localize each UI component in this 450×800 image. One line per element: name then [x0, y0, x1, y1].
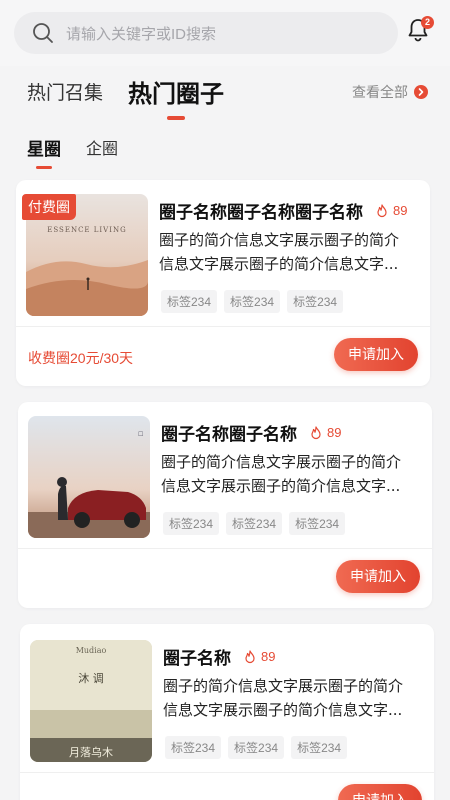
flame-icon: [377, 203, 387, 217]
heat-indicator: 89: [243, 649, 275, 664]
cover-image-text: ESSENCE LIVING: [47, 226, 127, 234]
description-line: 信息文字展示圈子的简介信息文字...: [159, 255, 399, 273]
divider: [18, 548, 432, 549]
description-line: 圈子的简介信息文字展示圈子的简介: [161, 453, 402, 471]
tag: 标签234: [165, 736, 222, 759]
chevron-right-icon: [414, 85, 428, 99]
heat-value: 89: [393, 203, 408, 218]
circle-cover-image: ☐: [28, 416, 150, 538]
tab-hot-recruit[interactable]: 热门召集: [27, 78, 103, 105]
circle-card[interactable]: Mudiao 沐 调 月落乌木 圈子名称 89 圈子的简介信息文字展示圈子的简介…: [20, 624, 434, 800]
tag-list: 标签234 标签234 标签234: [165, 736, 354, 759]
apply-join-button[interactable]: 申请加入: [334, 338, 418, 371]
cover-image-text: Mudiao: [75, 646, 107, 655]
apply-join-button[interactable]: 申请加入: [336, 560, 420, 593]
search-icon: [32, 22, 54, 44]
main-tabs: 热门召集 热门圈子 查看全部: [0, 72, 450, 120]
description-line: 信息文字展示圈子的简介信息文字...: [163, 701, 403, 719]
view-all-label: 查看全部: [352, 84, 408, 100]
heat-indicator: 89: [375, 203, 407, 218]
circle-description: 圈子的简介信息文字展示圈子的简介 信息文字展示圈子的简介信息文字...: [163, 674, 425, 722]
tab-label: 星圈: [27, 140, 61, 160]
tab-label: 企圈: [86, 139, 119, 158]
tab-label: 热门召集: [27, 82, 104, 104]
heat-value: 89: [261, 649, 276, 664]
flame-icon: [245, 649, 255, 663]
tag: 标签234: [161, 290, 218, 313]
tag-list: 标签234 标签234 标签234: [163, 512, 352, 535]
tab-star-circle[interactable]: 星圈: [27, 135, 61, 169]
circle-description: 圈子的简介信息文字展示圈子的简介 信息文字展示圈子的简介信息文字...: [159, 228, 421, 276]
circle-title: 圈子名称: [163, 649, 231, 669]
circle-card[interactable]: ☐ 圈子名称圈子名称 89 圈子的简介信息文字展示圈子的简介 信息文字展示圈子的…: [18, 402, 432, 608]
cover-image-text: 月落乌木: [69, 746, 113, 759]
tag: 标签234: [163, 512, 220, 535]
tag: 标签234: [224, 290, 281, 313]
tab-label: 热门圈子: [128, 79, 224, 108]
description-line: 信息文字展示圈子的简介信息文字...: [161, 477, 401, 495]
circle-card[interactable]: ESSENCE LIVING 付费圈 圈子名称圈子名称圈子名称 89 圈子的简介…: [16, 180, 430, 386]
divider: [20, 772, 434, 773]
tag: 标签234: [226, 512, 283, 535]
tag: 标签234: [287, 290, 344, 313]
notification-bell-button[interactable]: 2: [405, 16, 434, 45]
circle-title: 圈子名称圈子名称圈子名称: [159, 203, 363, 223]
active-tab-indicator: [167, 116, 185, 120]
notification-badge: 2: [421, 16, 434, 29]
search-placeholder: 请输入关键字或ID搜索: [66, 25, 217, 43]
apply-join-button[interactable]: 申请加入: [338, 784, 422, 800]
title-row: 圈子名称 89: [163, 644, 275, 669]
tab-hot-circles[interactable]: 热门圈子: [128, 74, 224, 120]
search-bar[interactable]: 请输入关键字或ID搜索: [14, 12, 398, 54]
circle-cover-image: Mudiao 沐 调 月落乌木: [30, 640, 152, 762]
title-row: 圈子名称圈子名称圈子名称 89: [159, 198, 407, 223]
paid-badge: 付费圈: [22, 194, 76, 220]
svg-text:☐: ☐: [138, 431, 143, 438]
circle-description: 圈子的简介信息文字展示圈子的简介 信息文字展示圈子的简介信息文字...: [161, 450, 423, 498]
tab-enterprise-circle[interactable]: 企圈: [86, 135, 118, 159]
tag: 标签234: [289, 512, 346, 535]
price-label: 收费圈20元/30天: [28, 350, 134, 366]
description-line: 圈子的简介信息文字展示圈子的简介: [163, 677, 404, 695]
view-all-link[interactable]: 查看全部: [352, 82, 428, 102]
circle-title: 圈子名称圈子名称: [161, 425, 297, 445]
divider: [16, 326, 430, 327]
tag: 标签234: [228, 736, 285, 759]
tag: 标签234: [291, 736, 348, 759]
tag-list: 标签234 标签234 标签234: [161, 290, 350, 313]
title-row: 圈子名称圈子名称 89: [161, 420, 341, 445]
cover-image-text: 沐 调: [78, 672, 104, 685]
active-subtab-indicator: [36, 166, 52, 169]
top-bar: 请输入关键字或ID搜索 2: [0, 0, 450, 66]
heat-indicator: 89: [309, 425, 341, 440]
heat-value: 89: [327, 425, 342, 440]
flame-icon: [311, 425, 321, 439]
description-line: 圈子的简介信息文字展示圈子的简介: [159, 231, 400, 249]
sub-tabs: 星圈 企圈: [0, 132, 450, 169]
